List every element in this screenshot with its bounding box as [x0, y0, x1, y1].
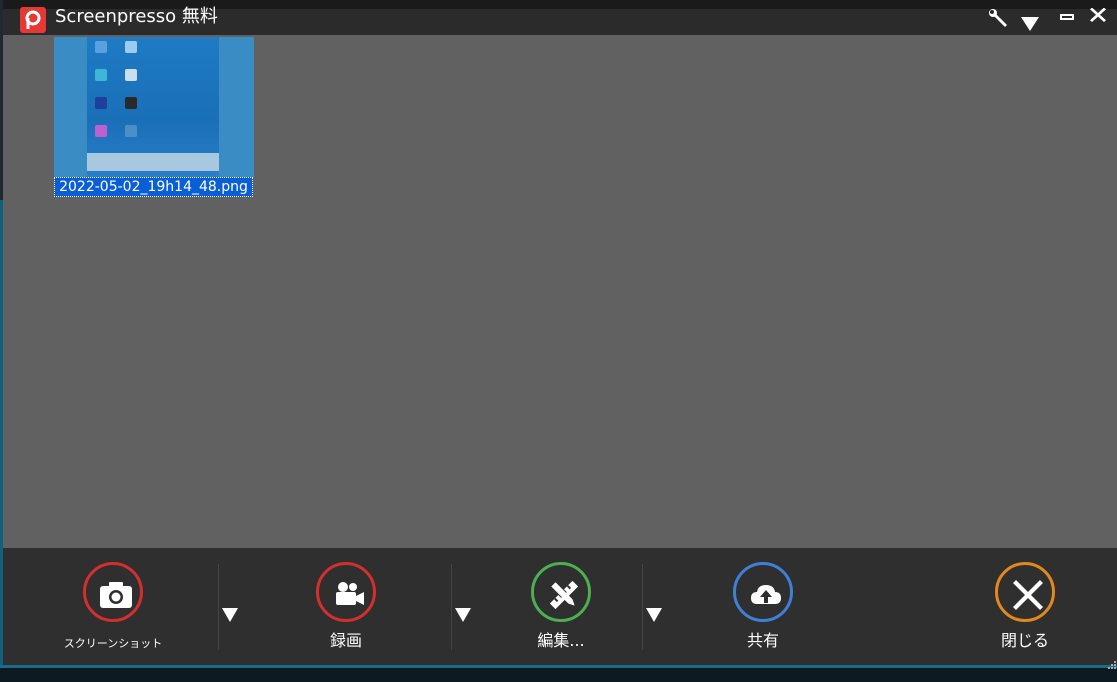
- screenshot-button[interactable]: スクリーンショット: [55, 562, 175, 662]
- resize-grip-icon[interactable]: [1107, 655, 1117, 669]
- minimize-icon: [1056, 8, 1078, 30]
- preview-icon: [95, 97, 107, 109]
- close-circle: [995, 562, 1055, 622]
- screenpresso-window: Screenpresso 無料 2022-05-02_19h14_48.png …: [3, 0, 1117, 669]
- action-toolbar: スクリーンショット 録画 編集... 共有 閉じる: [3, 548, 1117, 669]
- triangle-down-icon: [454, 608, 472, 628]
- screenshot-circle: [83, 562, 143, 622]
- toolbar-divider: [451, 564, 452, 650]
- close-label: 閉じる: [1000, 631, 1049, 650]
- thumbnail-image: [54, 37, 254, 177]
- app-logo-icon: [20, 7, 46, 33]
- record-label: 録画: [329, 631, 362, 650]
- share-button[interactable]: 共有: [705, 562, 825, 662]
- edit-dropdown[interactable]: [645, 606, 663, 624]
- preview-icon: [125, 97, 137, 109]
- minimize-button[interactable]: [1056, 8, 1078, 30]
- share-label: 共有: [746, 631, 779, 650]
- screenshot-thumbnail[interactable]: 2022-05-02_19h14_48.png: [54, 37, 254, 199]
- menu-dropdown-button[interactable]: [1019, 12, 1041, 34]
- record-circle: [316, 562, 376, 622]
- toolbar-divider: [642, 564, 643, 650]
- settings-button[interactable]: [988, 8, 1010, 30]
- triangle-down-icon: [1019, 12, 1041, 34]
- preview-icon: [95, 125, 107, 137]
- thumbnail-desktop-preview: [87, 37, 219, 177]
- preview-icon: [95, 41, 107, 53]
- share-circle: [733, 562, 793, 622]
- desktop-taskbar: [0, 668, 1117, 682]
- close-button[interactable]: 閉じる: [967, 562, 1087, 662]
- preview-icon: [125, 69, 137, 81]
- preview-icon: [125, 41, 137, 53]
- app-root: Screenpresso 無料 2022-05-02_19h14_48.png …: [0, 0, 1117, 682]
- wrench-icon: [988, 8, 1010, 30]
- screenshot-label: スクリーンショット: [63, 637, 163, 650]
- window-title: Screenpresso 無料: [55, 6, 218, 27]
- record-button[interactable]: 録画: [288, 562, 408, 662]
- edit-button[interactable]: 編集...: [503, 562, 623, 662]
- screenshot-dropdown[interactable]: [221, 606, 239, 624]
- preview-icon: [125, 125, 137, 137]
- edit-label: 編集...: [537, 631, 585, 650]
- triangle-down-icon: [221, 608, 239, 628]
- preview-icon: [95, 69, 107, 81]
- toolbar-divider: [218, 564, 219, 650]
- preview-taskbar: [87, 153, 219, 171]
- close-x-icon: [1087, 8, 1109, 30]
- record-dropdown[interactable]: [454, 606, 472, 624]
- thumbnail-filename: 2022-05-02_19h14_48.png: [54, 177, 253, 197]
- triangle-down-icon: [645, 608, 663, 628]
- edit-circle: [531, 562, 591, 622]
- close-window-button[interactable]: [1087, 8, 1109, 30]
- title-bar[interactable]: Screenpresso 無料: [3, 0, 1117, 35]
